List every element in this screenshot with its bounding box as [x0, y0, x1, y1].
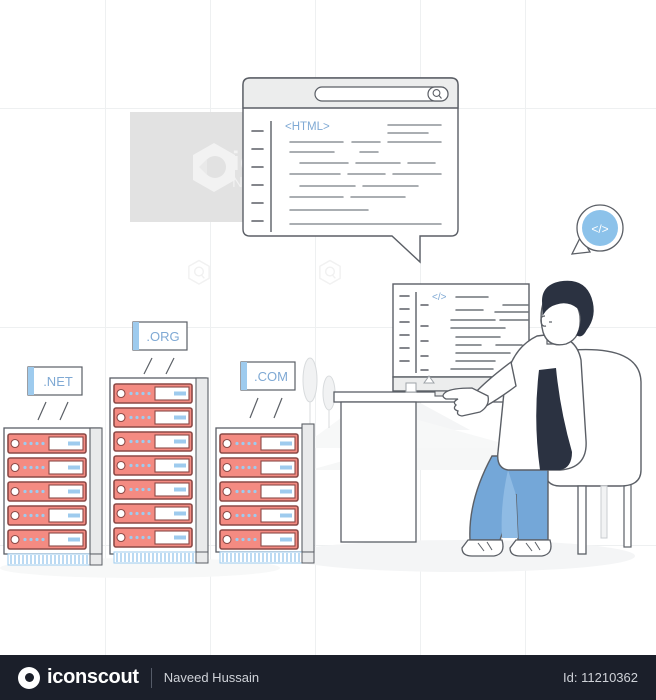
server-unit: [219, 433, 299, 454]
illustration-artwork: <HTML> </> </> .NET .ORG .COM: [0, 77, 642, 578]
code-chat-bubble: </>: [570, 204, 624, 255]
chair-leg: [577, 485, 587, 555]
chair-leg: [600, 485, 608, 539]
rack-side: [195, 377, 209, 555]
server-unit: [113, 383, 193, 404]
chat-bubble-code-label: </>: [591, 222, 608, 236]
server-unit: [7, 481, 87, 502]
server-unit: [7, 433, 87, 454]
footer-divider: [150, 667, 152, 688]
rack-side: [89, 427, 103, 555]
person-shoe: [461, 539, 504, 557]
domain-tag-arrows: [37, 401, 69, 421]
footer-brand-name: iconscout: [47, 666, 139, 688]
server-unit: [219, 481, 299, 502]
domain-tag-com: .COM: [240, 361, 296, 419]
server-unit: [219, 505, 299, 526]
footer-brand-group: iconscout Naveed Hussain: [0, 666, 259, 689]
illustration-canvas: iconscout Naveed Hussain: [0, 0, 656, 700]
rack-base: [113, 551, 197, 564]
server-rack-left: [3, 427, 103, 566]
server-unit: [7, 457, 87, 478]
server-rack-right: [215, 423, 315, 564]
rack-base: [7, 553, 91, 566]
server-unit: [113, 407, 193, 428]
footer-asset-id: Id: 11210362: [563, 670, 638, 685]
server-unit: [113, 527, 193, 548]
server-unit: [113, 431, 193, 452]
server-unit: [219, 529, 299, 550]
server-unit: [113, 479, 193, 500]
domain-tag-label: .NET: [43, 374, 73, 389]
domain-tag-label: .ORG: [146, 329, 179, 344]
iconscout-logo-icon: [18, 666, 40, 689]
rack-side: [301, 423, 315, 553]
server-rack-center: [109, 377, 209, 564]
browser-html-tag: <HTML>: [285, 121, 330, 133]
server-unit: [219, 457, 299, 478]
attribution-footer: iconscout Naveed Hussain Id: 11210362: [0, 655, 656, 700]
domain-tag-label: .COM: [254, 369, 288, 384]
rack-foot: [89, 553, 103, 566]
browser-window: <HTML>: [242, 77, 459, 264]
rack-units: [219, 433, 299, 550]
search-icon: [427, 86, 449, 102]
server-unit: [7, 505, 87, 526]
server-unit: [113, 455, 193, 476]
server-unit: [113, 503, 193, 524]
monitor-code-label: </>: [432, 292, 447, 303]
rack-units: [7, 433, 87, 550]
rack-base: [219, 551, 303, 564]
rack-foot: [301, 551, 315, 564]
domain-tag-arrows: [249, 397, 283, 419]
desk-side-panel: [340, 401, 417, 543]
domain-tag-org: .ORG: [132, 321, 188, 375]
footer-author-name: Naveed Hussain: [163, 670, 260, 685]
domain-tag-net: .NET: [27, 366, 83, 421]
server-unit: [7, 529, 87, 550]
person-shoe: [509, 539, 552, 557]
rack-units: [113, 383, 193, 548]
domain-tag-arrows: [143, 357, 175, 375]
rack-foot: [195, 551, 209, 564]
